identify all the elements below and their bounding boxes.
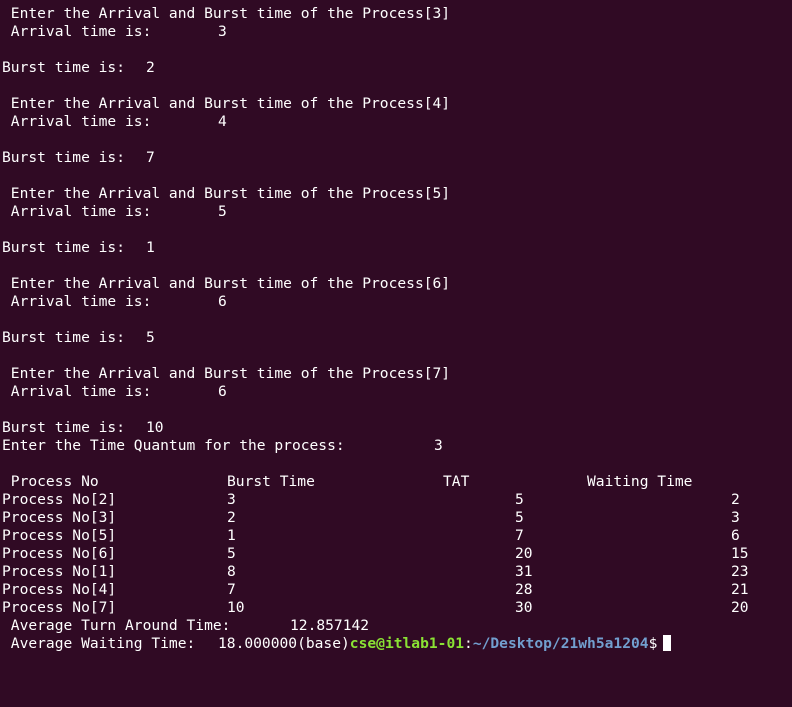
tat-cell: 28: [515, 581, 533, 598]
waiting-cell: 2: [731, 491, 740, 508]
process-entry-header: Enter the Arrival and Burst time of the …: [2, 95, 451, 112]
arrival-value: 5: [218, 203, 227, 220]
column-header-process: Process No: [2, 473, 99, 490]
burst-cell: 3: [227, 491, 236, 508]
table-row: Process No[5] 1 7 6: [2, 527, 740, 545]
burst-cell: 2: [227, 509, 236, 526]
burst-label: Burst time is:: [2, 59, 126, 76]
cursor-block[interactable]: [663, 635, 672, 651]
table-row: Process No[4] 7 28 21: [2, 581, 749, 599]
process-entry-header: Enter the Arrival and Burst time of the …: [2, 5, 451, 22]
arrival-line: Arrival time is: 5: [2, 203, 227, 221]
burst-cell: 1: [227, 527, 236, 544]
arrival-value: 4: [218, 113, 227, 130]
tat-cell: 7: [515, 527, 524, 544]
arrival-label: Arrival time is:: [2, 113, 152, 130]
burst-line: Burst time is: 7: [2, 149, 155, 167]
prompt-symbol: $: [648, 635, 658, 652]
arrival-line: Arrival time is: 6: [2, 293, 227, 311]
tat-cell: 31: [515, 563, 533, 580]
terminal-window[interactable]: Enter the Arrival and Burst time of the …: [0, 0, 792, 657]
burst-value: 1: [146, 239, 155, 256]
waiting-cell: 3: [731, 509, 740, 526]
average-wait-label: Average Waiting Time:: [2, 635, 196, 652]
burst-line: Burst time is: 2: [2, 59, 155, 77]
quantum-line: Enter the Time Quantum for the process: …: [2, 437, 443, 455]
tat-cell: 20: [515, 545, 533, 562]
tat-cell: 5: [515, 491, 524, 508]
burst-label: Burst time is:: [2, 239, 126, 256]
prompt-user-host: cse@itlab1-01: [349, 635, 465, 652]
table-row: Process No[6] 5 20 15: [2, 545, 749, 563]
burst-value: 10: [146, 419, 164, 436]
waiting-cell: 6: [731, 527, 740, 544]
burst-cell: 7: [227, 581, 236, 598]
average-wait-value: 18.000000(base): [218, 635, 350, 652]
waiting-cell: 21: [731, 581, 749, 598]
burst-value: 5: [146, 329, 155, 346]
process-cell: Process No[5]: [2, 527, 117, 544]
arrival-line: Arrival time is: 4: [2, 113, 227, 131]
quantum-value: 3: [434, 437, 443, 454]
burst-line: Burst time is: 5: [2, 329, 155, 347]
waiting-cell: 20: [731, 599, 749, 616]
process-cell: Process No[3]: [2, 509, 117, 526]
average-tat-value: 12.857142: [290, 617, 370, 634]
quantum-label: Enter the Time Quantum for the process:: [2, 437, 345, 454]
column-header-burst: Burst Time: [227, 473, 315, 490]
tat-cell: 5: [515, 509, 524, 526]
burst-cell: 5: [227, 545, 236, 562]
arrival-value: 3: [218, 23, 227, 40]
burst-label: Burst time is:: [2, 329, 126, 346]
prompt-line[interactable]: 18.000000(base)cse@itlab1-01:~/Desktop/2…: [218, 635, 672, 653]
arrival-label: Arrival time is:: [2, 383, 152, 400]
burst-line: Burst time is: 1: [2, 239, 155, 257]
tat-cell: 30: [515, 599, 533, 616]
table-row: Process No[1] 8 31 23: [2, 563, 749, 581]
column-header-waiting: Waiting Time: [587, 473, 693, 490]
arrival-label: Arrival time is:: [2, 23, 152, 40]
process-entry-header: Enter the Arrival and Burst time of the …: [2, 275, 451, 292]
process-cell: Process No[7]: [2, 599, 117, 616]
arrival-label: Arrival time is:: [2, 203, 152, 220]
waiting-cell: 15: [731, 545, 749, 562]
table-row: Process No[2] 3 5 2: [2, 491, 740, 509]
arrival-line: Arrival time is: 3: [2, 23, 227, 41]
burst-cell: 8: [227, 563, 236, 580]
column-header-tat: TAT: [443, 473, 470, 490]
burst-value: 2: [146, 59, 155, 76]
burst-cell: 10: [227, 599, 245, 616]
table-row: Process No[3] 2 5 3: [2, 509, 740, 527]
burst-value: 7: [146, 149, 155, 166]
table-row: Process No[7] 10 30 20: [2, 599, 749, 617]
arrival-line: Arrival time is: 6: [2, 383, 227, 401]
waiting-cell: 23: [731, 563, 749, 580]
arrival-value: 6: [218, 293, 227, 310]
average-tat-line: Average Turn Around Time: 12.857142: [2, 617, 369, 635]
arrival-value: 6: [218, 383, 227, 400]
average-wait-line: Average Waiting Time: 18.000000(base)cse…: [2, 635, 672, 653]
prompt-path: ~/Desktop/21wh5a1204: [472, 635, 649, 652]
burst-label: Burst time is:: [2, 419, 126, 436]
process-entry-header: Enter the Arrival and Burst time of the …: [2, 185, 451, 202]
process-cell: Process No[4]: [2, 581, 117, 598]
table-header: Process No Burst Time TAT Waiting Time: [2, 473, 693, 491]
process-cell: Process No[2]: [2, 491, 117, 508]
prompt-separator: :: [464, 635, 473, 652]
process-cell: Process No[1]: [2, 563, 117, 580]
process-cell: Process No[6]: [2, 545, 117, 562]
arrival-label: Arrival time is:: [2, 293, 152, 310]
burst-label: Burst time is:: [2, 149, 126, 166]
average-tat-label: Average Turn Around Time:: [2, 617, 231, 634]
process-entry-header: Enter the Arrival and Burst time of the …: [2, 365, 451, 382]
burst-line: Burst time is: 10: [2, 419, 164, 437]
